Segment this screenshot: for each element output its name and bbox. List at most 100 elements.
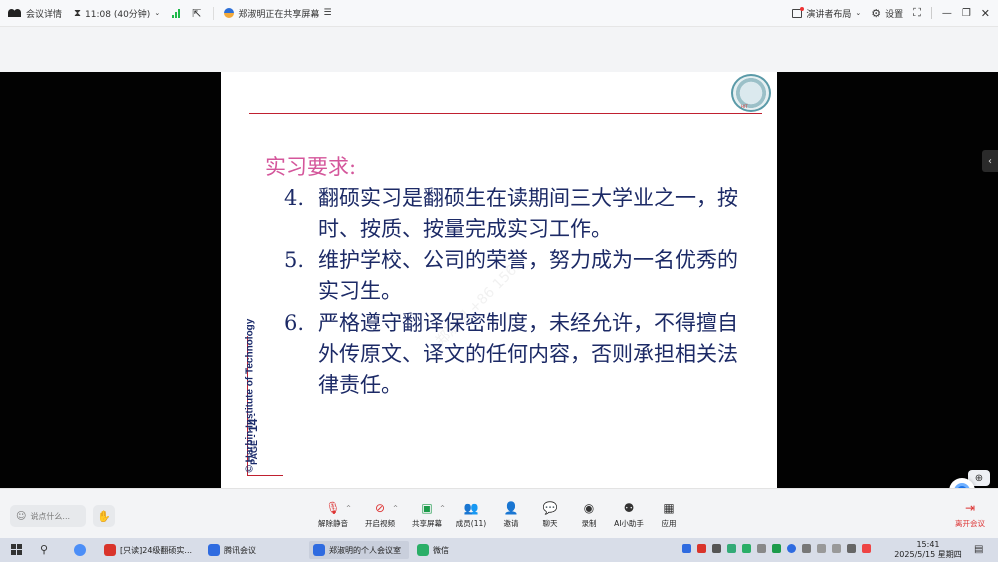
tencent-meeting-icon: [313, 544, 325, 556]
share-screen-button[interactable]: ▣ ^ 共享屏幕: [407, 501, 447, 529]
members-label: 成员(11): [455, 519, 487, 528]
ai-assistant-button[interactable]: ⚉ AI小助手: [609, 501, 649, 529]
clock-date: 2025/5/15 星期四: [894, 550, 962, 559]
open-external-button[interactable]: ⇱: [192, 7, 201, 20]
hourglass-icon: ⧗: [74, 7, 82, 19]
taskbar-app-label: 腾讯会议: [224, 545, 256, 555]
system-clock[interactable]: 15:41 2025/5/15 星期四: [893, 540, 963, 560]
fullscreen-icon[interactable]: ⛶: [913, 6, 921, 20]
tray-wechat-icon[interactable]: [742, 544, 751, 553]
quick-chat-input[interactable]: ☺ 说点什么...: [10, 505, 86, 527]
footer-horizontal-rule: [247, 475, 283, 476]
tray-wps-icon[interactable]: [697, 544, 706, 553]
browser-icon: [74, 544, 86, 556]
system-tray: [682, 544, 871, 553]
layout-icon: [792, 6, 805, 18]
taskbar-app-tencent-meeting[interactable]: 腾讯会议: [204, 541, 302, 559]
chat-placeholder: 说点什么...: [30, 511, 71, 521]
chevron-up-icon: ^: [392, 505, 398, 512]
sub-bar: [0, 26, 998, 72]
network-signal[interactable]: [172, 8, 181, 18]
emblem-text: HIT: [741, 104, 748, 109]
chevron-down-icon: ⌄: [154, 9, 161, 17]
tray-sogou-icon[interactable]: [862, 544, 871, 553]
apps-label: 应用: [661, 519, 677, 528]
record-button[interactable]: ◉ 录制: [569, 501, 609, 529]
unmute-button[interactable]: 🎙 ^ 解除静音: [313, 501, 353, 529]
close-icon[interactable]: ✕: [981, 7, 990, 20]
tray-app-icon[interactable]: [772, 544, 781, 553]
invite-button[interactable]: 👤 邀请: [491, 501, 531, 529]
chat-button[interactable]: 💬 聊天: [530, 501, 570, 529]
item-text: 严格遵守翻译保密制度，未经允许，不得擅自外传原文、译文的任何内容，否则承担相关法…: [318, 311, 738, 397]
tray-wifi-icon[interactable]: [817, 544, 826, 553]
exit-icon: ⇥: [964, 501, 976, 515]
header-rule: [249, 113, 762, 114]
apps-icon: ▦: [663, 501, 675, 515]
page-number: 14: [245, 418, 260, 433]
start-video-label: 开启视频: [365, 519, 395, 528]
tray-app-icon[interactable]: [727, 544, 736, 553]
gear-icon: ⚙: [871, 6, 882, 20]
presenter-layout-label: 演讲者布局: [806, 9, 852, 20]
divider: [930, 7, 932, 19]
restore-icon[interactable]: ❐: [962, 8, 971, 19]
settings-button[interactable]: ⚙ 设置: [871, 7, 903, 20]
ai-assistant-label: AI小助手: [614, 519, 644, 528]
members-button[interactable]: 👥 成员(11): [451, 501, 491, 529]
invite-label: 邀请: [503, 519, 519, 528]
presentation-slide: HIT 郑淑明 +86 1565 实习要求: 4. 翻硕实习是翻硕生在读期间三大学…: [221, 72, 777, 488]
sharing-status-text: 郑淑明正在共享屏幕: [238, 9, 320, 20]
item-number: 5.: [284, 248, 305, 272]
page-indicator: PAGE - 14 -: [245, 413, 260, 465]
minimize-icon[interactable]: —: [942, 8, 952, 19]
raise-hand-button[interactable]: ✋: [93, 505, 115, 527]
tray-app-icon[interactable]: [802, 544, 811, 553]
meeting-timer[interactable]: ⧗ 11:08 (40分钟) ⌄: [74, 7, 160, 20]
notification-icon[interactable]: ▤: [974, 544, 983, 555]
tray-meeting-icon[interactable]: [682, 544, 691, 553]
page-label: PAGE: [248, 440, 259, 465]
university-emblem-icon: HIT: [731, 74, 771, 112]
chat-icon: 💬: [542, 501, 558, 515]
sharing-indicator[interactable]: 郑淑明正在共享屏幕 ☰: [213, 6, 332, 20]
share-screen-label: 共享屏幕: [412, 519, 442, 528]
presenter-layout-button[interactable]: 演讲者布局 ⌄: [792, 6, 862, 20]
slide-heading: 实习要求:: [265, 155, 357, 179]
members-icon: 👥: [463, 501, 479, 515]
taskbar-app-personal-room[interactable]: 郑淑明的个人会议室: [309, 541, 409, 559]
chevron-down-icon: ⌄: [855, 9, 862, 17]
apps-button[interactable]: ▦ 应用: [649, 501, 689, 529]
tray-app-icon[interactable]: [712, 544, 721, 553]
signal-icon: [172, 8, 181, 18]
leave-meeting-button[interactable]: ⇥ 离开会议: [950, 501, 990, 529]
tray-app-icon[interactable]: [757, 544, 766, 553]
item-text: 翻硕实习是翻硕生在读期间三大学业之一，按时、按质、按量完成实习工作。: [318, 186, 738, 241]
meeting-window: 会议详情 ⧗ 11:08 (40分钟) ⌄ ⇱ 郑淑明正在共享屏幕 ☰ 演讲者布…: [0, 0, 998, 562]
menu-icon: ☰: [323, 8, 332, 18]
timer-text: 11:08 (40分钟): [85, 9, 151, 20]
tray-input-icon[interactable]: [847, 544, 856, 553]
item-number: 4.: [284, 186, 305, 210]
search-icon[interactable]: ⚲: [40, 543, 48, 556]
tray-app-icon[interactable]: [787, 544, 796, 553]
taskbar-app-wps[interactable]: [只读]24级翻硕实...: [100, 541, 198, 559]
start-video-button[interactable]: ⊘ ^ 开启视频: [360, 501, 400, 529]
hand-icon: ✋: [97, 509, 111, 523]
unmute-label: 解除静音: [318, 519, 348, 528]
tencent-meeting-logo-icon: [8, 8, 22, 18]
meeting-details-button[interactable]: 会议详情: [8, 7, 62, 20]
taskbar-app-label: 郑淑明的个人会议室: [329, 545, 401, 555]
shared-screen-area: HIT 郑淑明 +86 1565 实习要求: 4. 翻硕实习是翻硕生在读期间三大学…: [0, 72, 998, 488]
requirement-item: 4. 翻硕实习是翻硕生在读期间三大学业之一，按时、按质、按量完成实习工作。: [284, 183, 758, 245]
taskbar-app-wechat[interactable]: 微信: [413, 541, 473, 559]
collapse-sidebar-button[interactable]: ‹: [982, 150, 998, 172]
windows-start-icon[interactable]: [11, 544, 22, 555]
tray-volume-icon[interactable]: [832, 544, 841, 553]
taskbar-app-browser[interactable]: [70, 541, 94, 559]
emoji-icon: ☺: [16, 510, 27, 522]
item-number: 6.: [284, 311, 305, 335]
tencent-meeting-icon: [208, 544, 220, 556]
settings-label: 设置: [885, 9, 904, 20]
leave-meeting-label: 离开会议: [955, 519, 985, 528]
